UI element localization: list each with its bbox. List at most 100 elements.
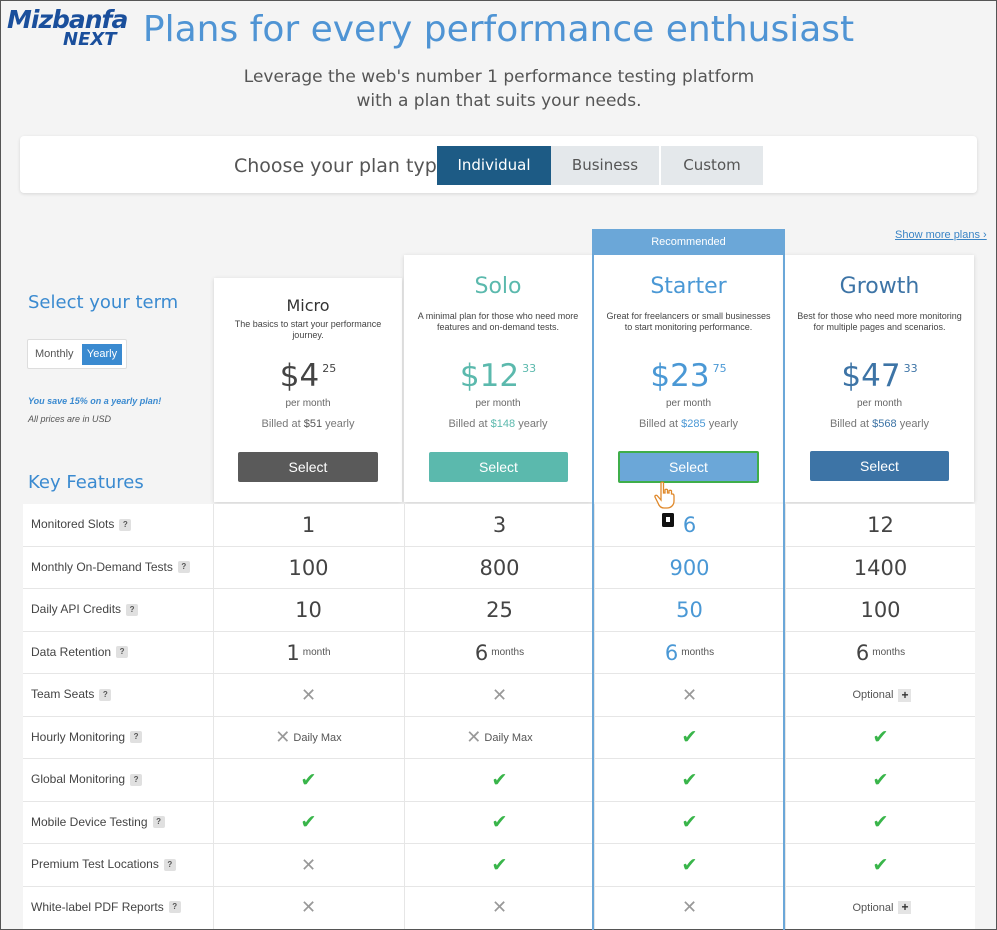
plan-name: Growth — [839, 274, 920, 299]
select-solo-button[interactable]: Select — [429, 452, 568, 482]
lock-icon — [662, 513, 674, 527]
feature-value: 6 — [682, 513, 697, 537]
help-icon[interactable]: ? — [168, 901, 181, 914]
feature-label: Global Monitoring? — [31, 772, 143, 786]
check-icon: ✔ — [681, 854, 698, 876]
feature-label: Daily API Credits? — [31, 602, 139, 616]
feature-value: 1400 — [853, 555, 908, 580]
feature-label-text: Hourly Monitoring — [31, 729, 126, 744]
billed-amount: $568 — [872, 418, 897, 430]
help-icon[interactable]: ? — [119, 518, 132, 531]
feature-cell: 6 months — [594, 631, 784, 674]
feature-label-text: Mobile Device Testing — [31, 814, 148, 829]
select-growth-button[interactable]: Select — [810, 451, 949, 481]
plan-description: Great for freelancers or small businesse… — [606, 311, 771, 332]
feature-cell: ✕ Daily Max — [404, 716, 594, 759]
feature-value: 25 — [486, 598, 513, 622]
per-month-label: per month — [285, 398, 331, 409]
feature-label: Premium Test Locations? — [31, 857, 176, 871]
help-icon[interactable]: ? — [130, 773, 143, 786]
price-cents: 33 — [903, 362, 918, 375]
check-icon: ✔ — [491, 769, 508, 791]
price-dollars: $23 — [650, 358, 710, 394]
help-icon[interactable]: ? — [130, 731, 143, 744]
tab-individual[interactable]: Individual — [437, 146, 551, 185]
feature-value: 900 — [669, 555, 710, 580]
price-cents: 75 — [712, 362, 727, 375]
feature-label: Monitored Slots? — [31, 517, 132, 531]
check-icon: ✔ — [681, 769, 698, 791]
cross-icon: ✕ — [300, 854, 317, 875]
feature-value: 50 — [676, 598, 703, 622]
feature-cell: 6 — [594, 504, 784, 546]
term-yearly-option[interactable]: Yearly — [82, 344, 122, 365]
plus-icon[interactable]: + — [898, 901, 912, 914]
feature-cell: 900 — [594, 546, 784, 589]
show-more-plans-link[interactable]: Show more plans › — [895, 229, 987, 241]
help-icon[interactable]: ? — [116, 646, 129, 659]
feature-cell: 800 — [404, 546, 594, 589]
features-table: Monitored Slots? 1 3 6 12 Monthly On-Dem… — [23, 504, 975, 929]
billed-amount: $51 — [303, 418, 323, 430]
table-row: Monthly On-Demand Tests? 100 800 900 140… — [23, 546, 975, 589]
table-row: White-label PDF Reports? ✕ ✕ ✕ Optional + — [23, 886, 975, 930]
feature-cell: ✕ — [213, 886, 403, 929]
feature-cell: 25 — [404, 589, 594, 631]
yearly-savings-note: You save 15% on a yearly plan! — [28, 396, 162, 406]
check-icon: ✔ — [872, 769, 889, 791]
billed-suffix: yearly — [896, 418, 930, 430]
plan-price: $4 25 — [214, 358, 402, 394]
feature-cell: ✔ — [594, 801, 784, 844]
feature-cell: 100 — [213, 546, 403, 589]
select-starter-button[interactable]: Select — [618, 451, 759, 483]
feature-cell: ✔ — [404, 759, 594, 801]
feature-value: 100 — [288, 555, 329, 580]
select-micro-button[interactable]: Select — [238, 452, 378, 482]
feature-cell: ✔ — [785, 844, 975, 886]
feature-cell: ✔ — [594, 844, 784, 886]
plan-price: $12 33 — [404, 358, 592, 394]
table-row: Mobile Device Testing? ✔ ✔ ✔ ✔ — [23, 801, 975, 844]
plan-description: Best for those who need more monitoring … — [797, 311, 962, 332]
feature-label: Team Seats? — [31, 687, 112, 701]
plan-card-solo: Solo A minimal plan for those who need m… — [404, 255, 592, 502]
tab-custom[interactable]: Custom — [661, 146, 763, 185]
feature-cell: ✔ — [213, 759, 403, 801]
feature-cell: ✕ — [404, 886, 594, 929]
feature-unit: months — [681, 647, 715, 658]
help-icon[interactable]: ? — [163, 858, 176, 871]
feature-cell: 50 — [594, 589, 784, 631]
feature-cell: 100 — [785, 589, 975, 631]
cross-icon: ✕ — [300, 897, 317, 917]
feature-cell: ✔ — [785, 801, 975, 844]
hand-cursor-icon — [654, 481, 675, 509]
tab-business[interactable]: Business — [551, 146, 660, 185]
cross-icon: ✕ — [681, 684, 698, 705]
plus-icon[interactable]: + — [898, 688, 912, 702]
feature-label-text: Premium Test Locations — [31, 857, 159, 871]
feature-cell: 1 month — [213, 631, 403, 674]
feature-cell: ✕ — [594, 886, 784, 929]
term-monthly-option[interactable]: Monthly — [35, 348, 74, 360]
help-icon[interactable]: ? — [177, 561, 190, 574]
billed-text: Billed at $148 yearly — [404, 418, 592, 430]
billed-text: Billed at $285 yearly — [594, 418, 783, 430]
feature-cell: 3 — [404, 504, 594, 546]
feature-cell: ✕ — [404, 674, 594, 716]
feature-value: 1 — [286, 640, 300, 665]
plan-description: A minimal plan for those who need more f… — [417, 311, 579, 332]
page-subtitle: Leverage the web's number 1 performance … — [243, 67, 755, 111]
help-icon[interactable]: ? — [99, 688, 112, 701]
plan-card-growth: Growth Best for those who need more moni… — [785, 255, 974, 502]
help-icon[interactable]: ? — [152, 816, 165, 829]
price-dollars: $47 — [841, 358, 901, 394]
key-features-title: Key Features — [28, 472, 144, 493]
feature-value: 6 — [855, 640, 870, 665]
help-icon[interactable]: ? — [126, 603, 139, 616]
recommended-badge: Recommended — [592, 229, 785, 255]
table-row: Daily API Credits? 10 25 50 100 — [23, 589, 975, 632]
table-row: Hourly Monitoring? ✕ Daily Max ✕ Daily Max… — [23, 716, 975, 759]
feature-cell: 1 — [213, 504, 403, 546]
feature-value: 10 — [295, 598, 322, 622]
feature-cell: ✔ — [404, 844, 594, 886]
